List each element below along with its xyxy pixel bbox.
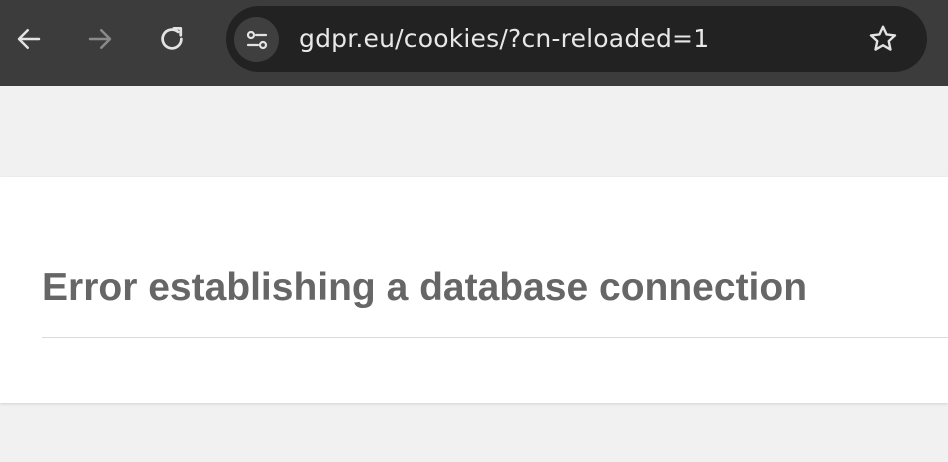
error-card: Error establishing a database connection	[0, 177, 948, 403]
arrow-right-icon	[88, 29, 112, 49]
divider	[42, 337, 948, 338]
reload-button[interactable]	[148, 15, 196, 63]
browser-toolbar: gdpr.eu/cookies/?cn-reloaded=1	[0, 0, 948, 86]
site-info-button[interactable]	[234, 17, 279, 62]
bookmark-button[interactable]	[865, 21, 901, 57]
forward-button[interactable]	[76, 15, 124, 63]
url-text[interactable]: gdpr.eu/cookies/?cn-reloaded=1	[299, 6, 709, 72]
star-outline-icon	[869, 25, 897, 51]
back-button[interactable]	[5, 15, 53, 63]
tune-icon	[246, 30, 267, 49]
arrow-left-icon	[17, 29, 41, 49]
error-title: Error establishing a database connection	[42, 266, 808, 309]
reload-icon	[161, 27, 183, 50]
address-bar[interactable]: gdpr.eu/cookies/?cn-reloaded=1	[226, 6, 927, 72]
